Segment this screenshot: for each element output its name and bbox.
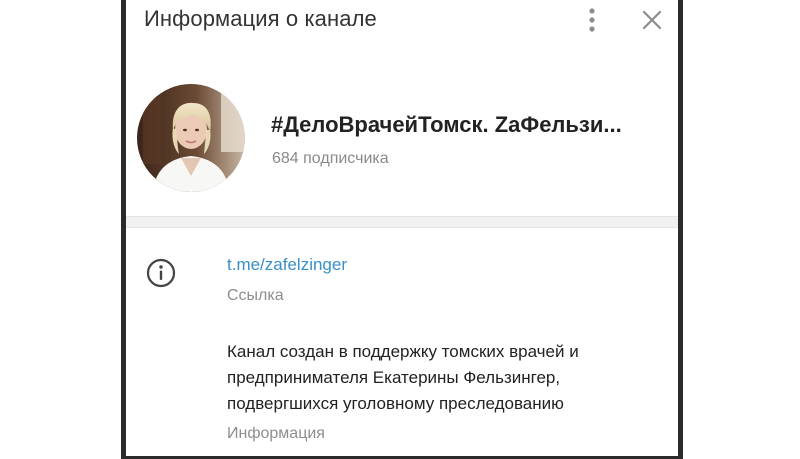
info-icon <box>146 258 176 288</box>
panel-title: Информация о канале <box>144 6 377 31</box>
channel-description: Канал создан в поддержку томских врачей … <box>227 342 579 413</box>
subscriber-count: 684 подписчика <box>272 150 389 167</box>
channel-link[interactable]: t.me/zafelzinger <box>227 255 347 275</box>
channel-name: #ДелоВрачейТомск. ZaФельзи... <box>271 112 622 137</box>
channel-info-panel: Информация о канале #ДелоВрачейТомск. Za… <box>121 0 683 459</box>
info-section: t.me/zafelzinger Ссылка Канал создан в п… <box>126 228 678 456</box>
description-caption: Информация <box>227 425 325 442</box>
section-divider <box>126 216 678 228</box>
channel-profile: #ДелоВрачейТомск. ZaФельзи... 684 подпис… <box>126 44 678 216</box>
more-vertical-icon[interactable] <box>584 7 600 33</box>
panel-header: Информация о канале <box>126 0 678 44</box>
avatar[interactable] <box>137 84 245 192</box>
link-caption: Ссылка <box>227 287 284 304</box>
screenshot-stage: Информация о канале #ДелоВрачейТомск. Za… <box>0 0 800 459</box>
close-icon[interactable] <box>641 9 663 31</box>
